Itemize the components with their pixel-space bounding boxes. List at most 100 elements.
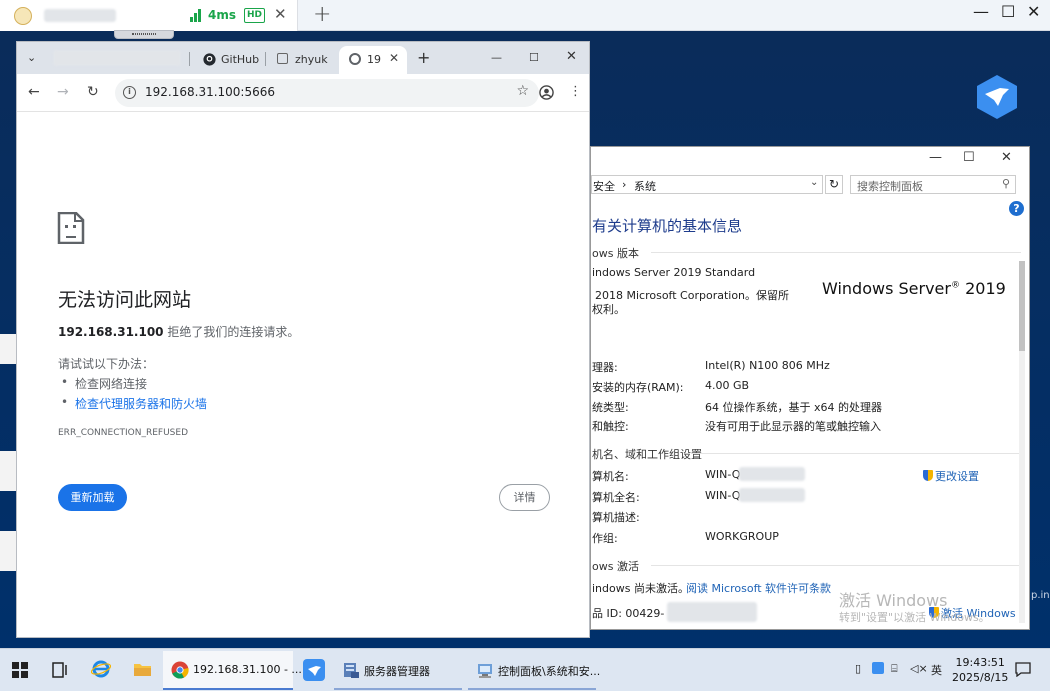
taskbar-item-chrome[interactable]: 192.168.31.100 - ... — [163, 651, 302, 690]
cp-close-button[interactable]: ✕ — [1001, 150, 1012, 165]
cp-address-bar[interactable]: 安全 › 系统 ⌄ — [591, 175, 823, 194]
cp-refresh-button[interactable]: ↻ — [825, 175, 843, 194]
logo-version: 2019 — [965, 279, 1006, 298]
volume-muted-icon[interactable]: ◁× — [910, 662, 928, 675]
help-icon[interactable]: ? — [1009, 201, 1024, 216]
profile-icon[interactable] — [539, 85, 554, 100]
pen-touch-label: 和触控: — [592, 420, 629, 433]
reload-icon[interactable]: ↻ — [87, 84, 99, 100]
desktop-icon-edge[interactable] — [0, 334, 16, 364]
redacted-session-name — [44, 9, 116, 22]
file-explorer-icon[interactable] — [133, 661, 152, 677]
cp-scrollbar-thumb[interactable] — [1019, 261, 1025, 351]
pen-touch-value: 没有可用于此显示器的笔或触控输入 — [705, 420, 881, 433]
computer-name-label: 算机名: — [592, 470, 629, 483]
tab-close-icon[interactable]: ✕ — [389, 51, 399, 65]
forward-arrow-icon[interactable]: → — [57, 84, 69, 100]
ime-indicator[interactable]: 英 — [931, 662, 942, 678]
cp-scrollbar[interactable] — [1019, 261, 1025, 623]
new-tab-button[interactable]: + — [417, 48, 430, 67]
windows-start-icon[interactable] — [12, 662, 28, 678]
reload-button[interactable]: 重新加载 — [58, 484, 127, 511]
chrome-window: ⌄ GitHub zhyuk 19 ✕ + — ☐ ✕ ← → ↻ i 192.… — [16, 41, 590, 638]
address-bar[interactable]: i 192.168.31.100:5666 ☆ — [115, 79, 539, 107]
cp-minimize-button[interactable]: — — [929, 150, 942, 165]
taskbar-item-server-manager[interactable]: 服务器管理器 — [334, 651, 462, 690]
remote-maximize-button[interactable]: ☐ — [1001, 2, 1015, 21]
site-info-icon[interactable]: i — [123, 86, 136, 99]
taskbar-item-label: 服务器管理器 — [364, 665, 430, 678]
remote-new-tab-button[interactable]: + — [313, 2, 331, 27]
bird-app-desktop-icon[interactable] — [976, 74, 1018, 120]
taskbar-item-label: 控制面板\系统和安... — [498, 665, 601, 678]
logo-text: Windows Server — [822, 279, 951, 298]
desktop-icon-edge[interactable] — [0, 451, 16, 491]
chevron-down-icon[interactable]: ⌄ — [810, 177, 818, 188]
error-message: 192.168.31.100 拒绝了我们的连接请求。 — [58, 323, 299, 340]
chrome-close-button[interactable]: ✕ — [566, 49, 577, 64]
name-section-title: 机名、域和工作组设置 — [592, 448, 702, 461]
workgroup-value: WORKGROUP — [705, 530, 779, 543]
uac-shield-icon — [923, 470, 933, 481]
suggestion-check-network: 检查网络连接 — [61, 375, 147, 392]
address-url[interactable]: 192.168.31.100:5666 — [145, 85, 275, 99]
tab-active-192[interactable]: 19 ✕ — [339, 46, 407, 74]
desktop-icon-edge[interactable] — [0, 531, 16, 571]
activation-watermark-subtitle: 转到"设置"以激活 Windows。 — [839, 611, 990, 624]
bird-app-tray-icon[interactable] — [872, 662, 884, 674]
network-icon[interactable]: ⌸ — [891, 662, 898, 676]
internet-explorer-icon[interactable] — [91, 659, 111, 679]
full-name-label: 算机全名: — [592, 491, 640, 504]
tab-zhyuk[interactable]: zhyuk — [267, 46, 337, 74]
clock-date: 2025/8/15 — [952, 671, 1009, 684]
error-try-label: 请试试以下办法： — [58, 357, 155, 371]
chrome-minimize-button[interactable]: — — [491, 51, 502, 64]
notification-center-icon[interactable] — [1015, 662, 1031, 677]
license-terms-link[interactable]: 阅读 Microsoft 软件许可条款 — [686, 580, 831, 596]
breadcrumb-system[interactable]: 系统 — [634, 178, 656, 194]
back-arrow-icon[interactable]: ← — [28, 84, 40, 100]
control-panel-icon — [478, 664, 492, 678]
breadcrumb-security[interactable]: 安全 — [593, 178, 615, 194]
processor-label: 理器: — [592, 361, 618, 374]
system-type-value: 64 位操作系统，基于 x64 的处理器 — [705, 401, 882, 414]
tab-label: zhyuk — [295, 53, 328, 66]
divider — [651, 565, 1021, 566]
suggestion-check-proxy-link[interactable]: 检查代理服务器和防火墙 — [61, 395, 207, 412]
chrome-maximize-button[interactable]: ☐ — [529, 51, 539, 64]
ram-label: 安装的内存(RAM): — [592, 381, 684, 394]
quality-badge[interactable]: HD — [244, 8, 266, 23]
remote-toolbar-handle[interactable] — [114, 30, 174, 39]
cp-titlebar: — ☐ ✕ — [591, 147, 1029, 171]
tab-search-chevron-icon[interactable]: ⌄ — [27, 51, 36, 64]
system-clock[interactable]: 19:43:51 2025/8/15 — [952, 655, 1008, 685]
sad-page-icon — [57, 212, 85, 244]
bookmark-star-icon[interactable]: ☆ — [516, 83, 529, 99]
menu-kebab-icon[interactable]: ⋮ — [569, 84, 582, 99]
session-tab-close-icon[interactable]: ✕ — [274, 5, 287, 23]
remote-session-tab[interactable]: 4ms HD ✕ — [0, 0, 298, 31]
processor-value: Intel(R) N100 806 MHz — [705, 359, 830, 372]
error-title: 无法访问此网站 — [58, 289, 192, 311]
redacted-tab[interactable] — [53, 50, 181, 66]
taskbar: 192.168.31.100 - ... 服务器管理器 控制面板\系统和安...… — [0, 648, 1050, 691]
remote-app-logo-icon — [14, 7, 32, 25]
usb-device-icon[interactable]: ▯ — [855, 662, 861, 675]
cp-maximize-button[interactable]: ☐ — [963, 150, 975, 165]
bird-app-taskbar-icon[interactable] — [303, 659, 325, 681]
change-settings-link[interactable]: 更改设置 — [923, 468, 979, 484]
remote-minimize-button[interactable]: — — [973, 2, 989, 21]
refresh-icon: ↻ — [828, 177, 840, 191]
desktop-file-label[interactable]: p.ini — [1031, 590, 1050, 601]
latency-label: 4ms — [208, 8, 236, 22]
breadcrumb-separator: › — [622, 178, 627, 191]
remote-close-button[interactable]: ✕ — [1027, 2, 1040, 21]
taskbar-item-control-panel[interactable]: 控制面板\系统和安... — [468, 651, 600, 690]
task-view-icon[interactable] — [52, 662, 69, 678]
tab-github[interactable]: GitHub — [193, 46, 263, 74]
cp-search-input[interactable]: 搜索控制面板 ⚲ — [850, 175, 1016, 194]
copyright-line-2: 权利。 — [592, 303, 625, 316]
redacted-product-id — [667, 602, 757, 622]
taskbar-item-label: 192.168.31.100 - ... — [193, 663, 302, 676]
details-button[interactable]: 详情 — [499, 484, 550, 511]
